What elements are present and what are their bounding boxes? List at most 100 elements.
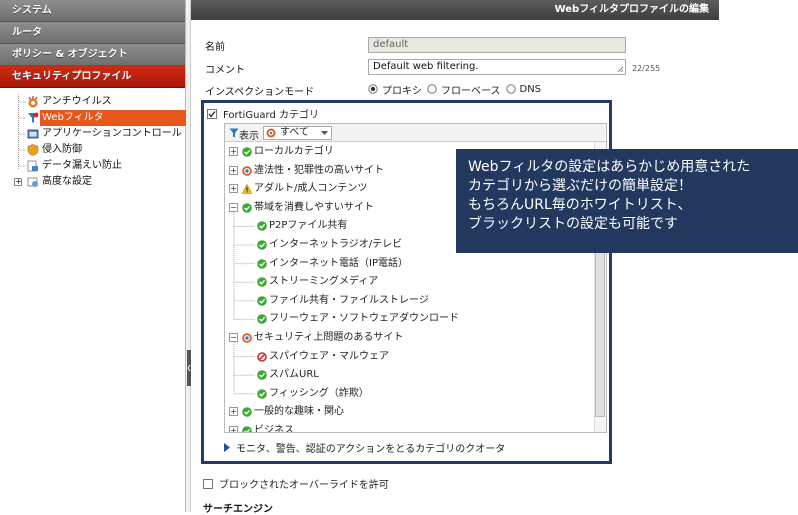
sidebar-item-ips[interactable]: 侵入防御: [0, 142, 185, 158]
page-title: Webフィルタプロファイルの編集: [191, 0, 719, 20]
quota-label: モニタ、警告、認証のアクションをとるカテゴリのクオータ: [236, 444, 506, 455]
allow-check-icon: [257, 295, 267, 306]
nav-system[interactable]: システム: [0, 0, 185, 22]
sidebar-item-dlp[interactable]: データ漏えい防止: [0, 158, 185, 174]
nav-system-label: システム: [12, 5, 52, 16]
ips-shield-icon: [27, 144, 39, 156]
app-control-icon: [27, 128, 39, 140]
sidebar-item-webfilter[interactable]: Webフィルタ: [28, 110, 186, 126]
advanced-icon: [27, 176, 39, 188]
callout-line-2: カテゴリから選ぶだけの簡単設定！: [468, 178, 692, 194]
sidebar: システム ルータ ポリシー & オブジェクト セキュリティプロファイル アンチウ…: [0, 0, 186, 512]
category-row[interactable]: フィッシング（詐欺）: [225, 385, 594, 403]
comment-counter: 22/255: [632, 64, 661, 73]
block-icon: [257, 351, 267, 362]
callout-line-1: Webフィルタの設定はあらかじめ用意された: [468, 159, 751, 175]
expand-icon[interactable]: +: [229, 147, 238, 156]
sidebar-item-label: アプリケーションコントロール: [42, 128, 182, 139]
expand-icon[interactable]: +: [229, 184, 238, 194]
comment-label: コメント: [205, 65, 245, 76]
category-label: ローカルカテゴリ: [254, 146, 334, 157]
name-label: 名前: [205, 42, 225, 53]
security-profile-tree: アンチウイルス Webフィルタ アプリケーションコントロール 侵入防御 データ漏…: [0, 88, 186, 190]
callout-line-3: もちろんURL毎のホワイトリスト、: [468, 197, 692, 213]
inspection-mode-label: インスペクションモード: [205, 87, 315, 98]
info-callout: Webフィルタの設定はあらかじめ用意された カテゴリから選ぶだけの簡単設定！ も…: [456, 149, 798, 253]
fortiguard-label: FortiGuard カテゴリ: [223, 110, 320, 121]
callout-line-4: ブラックリストの設定も可能です: [468, 216, 678, 232]
sidebar-item-label: データ漏えい防止: [42, 160, 122, 171]
category-row[interactable]: − セキュリティ上問題のあるサイト: [225, 329, 594, 347]
name-field[interactable]: default: [368, 37, 626, 53]
category-row[interactable]: スパムURL: [225, 366, 594, 384]
dlp-icon: [27, 160, 39, 172]
sidebar-item-antivirus[interactable]: アンチウイルス: [0, 94, 185, 110]
allow-check-icon: [257, 258, 267, 269]
override-option[interactable]: ブロックされたオーバーライドを許可: [203, 476, 389, 491]
comment-field[interactable]: Default web filtering.: [368, 59, 626, 75]
allow-check-icon: [257, 277, 267, 287]
search-engine-heading: サーチエンジン: [203, 504, 273, 515]
allow-check-icon: [242, 202, 252, 213]
override-checkbox[interactable]: [203, 478, 213, 489]
category-label: インターネット電話（IP電話）: [269, 257, 408, 269]
radio-dns[interactable]: [505, 84, 516, 94]
warning-icon: [242, 184, 252, 194]
category-row[interactable]: + ビジネス: [225, 422, 594, 433]
category-row[interactable]: フリーウェア・ソフトウェアダウンロード: [225, 310, 594, 328]
category-row[interactable]: スパイウェア・マルウェア: [225, 348, 594, 366]
all-categories-icon: [266, 128, 276, 138]
allow-check-icon: [242, 147, 252, 157]
expand-icon[interactable]: +: [229, 407, 238, 417]
category-row[interactable]: + 一般的な趣味・関心: [225, 403, 594, 421]
filter-value: すべて: [280, 127, 309, 138]
category-label: セキュリティ上問題のあるサイト: [254, 332, 404, 343]
category-row[interactable]: インターネット電話（IP電話）: [225, 255, 594, 273]
category-row[interactable]: ファイル共有・ファイルストレージ: [225, 292, 594, 310]
nav-policy-objects[interactable]: ポリシー & オブジェクト: [0, 44, 185, 66]
grid-toolbar: 表示 すべて: [225, 124, 606, 142]
sidebar-item-advanced[interactable]: + 高度な設定: [0, 174, 185, 190]
category-label: ビジネス: [254, 425, 294, 433]
nav-router[interactable]: ルータ: [0, 22, 185, 44]
filter-dropdown[interactable]: すべて: [263, 126, 332, 140]
mixed-status-icon: [242, 333, 252, 343]
sidebar-item-label: 侵入防御: [42, 144, 82, 155]
category-label: アダルト/成人コンテンツ: [254, 183, 368, 195]
mixed-status-icon: [242, 165, 252, 176]
mode-proxy-label: プロキシ: [382, 85, 422, 97]
category-label: フィッシング（詐欺）: [269, 387, 369, 399]
allow-check-icon: [257, 221, 267, 232]
inspection-mode-group: プロキシ フローベース DNS: [368, 82, 542, 97]
sidebar-item-label: 高度な設定: [42, 176, 92, 187]
expand-icon[interactable]: +: [229, 426, 238, 432]
nav-policy-label: ポリシー & オブジェクト: [12, 49, 128, 60]
expand-icon[interactable]: +: [14, 178, 22, 186]
category-row[interactable]: ストリーミングメディア: [225, 273, 594, 291]
fortiguard-checkbox[interactable]: [207, 108, 217, 119]
collapse-icon[interactable]: −: [229, 202, 238, 212]
sidebar-item-app-control[interactable]: アプリケーションコントロール: [0, 126, 185, 142]
nav-security-profiles[interactable]: セキュリティプロファイル: [0, 66, 185, 88]
webfilter-icon: [27, 112, 39, 124]
sidebar-item-label: アンチウイルス: [42, 96, 112, 107]
nav-security-label: セキュリティプロファイル: [12, 71, 132, 82]
category-label: フリーウェア・ソフトウェアダウンロード: [269, 313, 459, 325]
collapse-icon[interactable]: −: [229, 333, 238, 342]
fortiguard-toggle[interactable]: FortiGuard カテゴリ: [207, 106, 319, 121]
sidebar-item-label: Webフィルタ: [42, 112, 104, 123]
mode-dns-label: DNS: [519, 83, 542, 95]
category-label: スパムURL: [269, 369, 319, 381]
category-label: ストリーミングメディア: [269, 276, 379, 288]
radio-flow[interactable]: [427, 84, 437, 94]
radio-proxy[interactable]: [368, 84, 378, 94]
quota-expander[interactable]: モニタ、警告、認証のアクションをとるカテゴリのクオータ: [224, 440, 505, 455]
allow-check-icon: [257, 388, 267, 399]
nav-router-label: ルータ: [12, 27, 42, 38]
chevron-down-icon: [321, 131, 328, 135]
category-label: 帯域を消費しやすいサイト: [254, 201, 374, 213]
expand-icon[interactable]: +: [229, 165, 238, 175]
allow-check-icon: [257, 370, 267, 380]
override-label: ブロックされたオーバーライドを許可: [219, 480, 389, 491]
resize-handle-icon[interactable]: [617, 66, 624, 73]
